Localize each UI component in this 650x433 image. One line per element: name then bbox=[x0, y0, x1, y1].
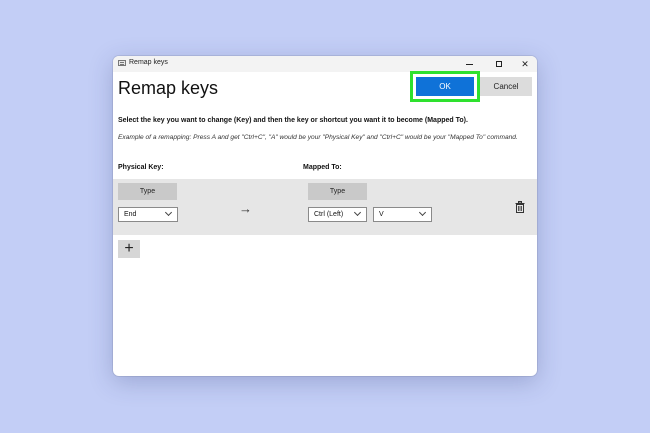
mapped-modifier-value: Ctrl (Left) bbox=[314, 211, 344, 218]
maximize-button[interactable] bbox=[489, 56, 509, 72]
physical-key-header: Physical Key: bbox=[118, 164, 164, 171]
minimize-button[interactable] bbox=[459, 56, 479, 72]
chevron-down-icon bbox=[353, 208, 362, 217]
physical-key-value: End bbox=[124, 211, 137, 218]
physical-key-dropdown[interactable]: End bbox=[118, 207, 178, 222]
app-icon bbox=[118, 60, 126, 66]
ok-button[interactable]: OK bbox=[416, 77, 474, 96]
physical-type-button[interactable]: Type bbox=[118, 183, 177, 200]
minimize-icon bbox=[465, 63, 473, 65]
mapped-key-value: V bbox=[379, 211, 384, 218]
plus-icon: + bbox=[124, 240, 134, 257]
cancel-button[interactable]: Cancel bbox=[480, 77, 532, 96]
mapped-type-button[interactable]: Type bbox=[308, 183, 367, 200]
trash-icon[interactable] bbox=[515, 201, 525, 213]
maximize-icon bbox=[496, 61, 502, 67]
example-text: Example of a remapping: Press A and get … bbox=[118, 134, 518, 141]
mapped-modifier-dropdown[interactable]: Ctrl (Left) bbox=[308, 207, 367, 222]
remap-keys-window: Remap keys ✕ Remap keys OK Cancel Select… bbox=[113, 56, 537, 376]
mapping-row: Type End → Type Ctrl (Left) V bbox=[113, 179, 537, 235]
instruction-text: Select the key you want to change (Key) … bbox=[118, 117, 468, 124]
page-title: Remap keys bbox=[118, 78, 219, 98]
mapped-to-header: Mapped To: bbox=[303, 164, 342, 171]
mapped-key-dropdown[interactable]: V bbox=[373, 207, 432, 222]
close-icon: ✕ bbox=[521, 58, 529, 69]
close-button[interactable]: ✕ bbox=[515, 56, 535, 72]
chevron-down-icon bbox=[418, 208, 427, 217]
add-mapping-button[interactable]: + bbox=[118, 240, 140, 258]
window-title: Remap keys bbox=[129, 59, 168, 66]
chevron-down-icon bbox=[164, 208, 173, 217]
title-bar: Remap keys ✕ bbox=[113, 56, 537, 72]
arrow-right-icon: → bbox=[239, 201, 252, 216]
